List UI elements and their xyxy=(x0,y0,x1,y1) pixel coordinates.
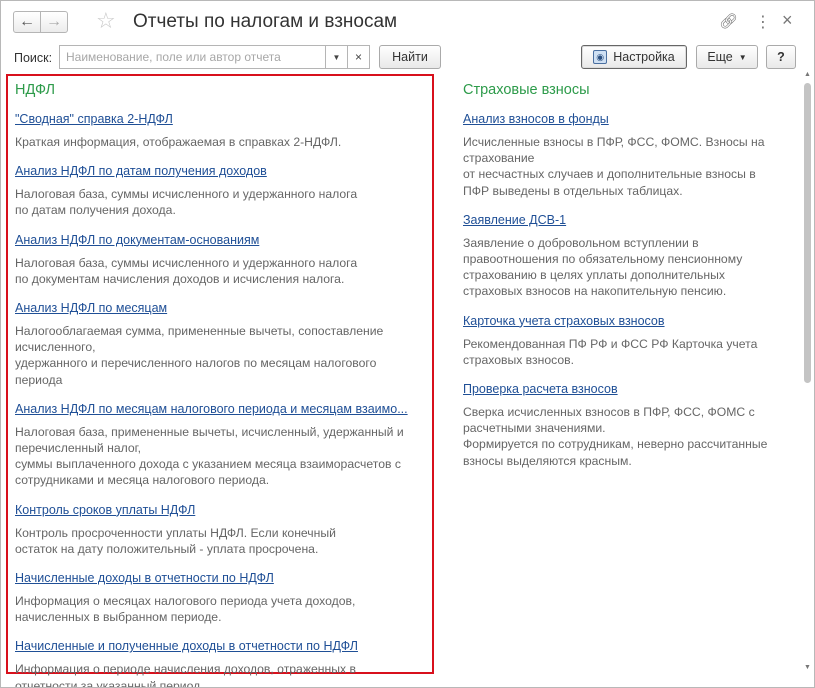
help-button[interactable]: ? xyxy=(766,45,796,69)
report-link[interactable]: Проверка расчета взносов xyxy=(463,381,793,397)
report-item: Начисленные и полученные доходы в отчетн… xyxy=(15,638,433,688)
report-link[interactable]: Анализ взносов в фонды xyxy=(463,111,793,127)
report-link[interactable]: Анализ НДФЛ по документам-основаниям xyxy=(15,232,433,248)
report-description: Информация о месяцах налогового периода … xyxy=(15,594,356,625)
vertical-scrollbar[interactable]: ▲ ▼ xyxy=(801,69,814,675)
section-title-ndfl: НДФЛ xyxy=(15,82,56,98)
report-link[interactable]: "Сводная" справка 2-НДФЛ xyxy=(15,111,433,127)
triangle-down-icon: ▼ xyxy=(332,52,341,62)
forward-button[interactable]: → xyxy=(40,11,68,33)
report-description: Налоговая база, суммы исчисленного и уде… xyxy=(15,187,358,218)
window-title: Отчеты по налогам и взносам xyxy=(133,11,398,32)
report-link[interactable]: Анализ НДФЛ по датам получения доходов xyxy=(15,163,433,179)
arrow-right-icon: → xyxy=(46,13,62,30)
report-description: Налоговая база, суммы исчисленного и уде… xyxy=(15,255,358,286)
report-link[interactable]: Анализ НДФЛ по месяцам налогового период… xyxy=(15,401,433,417)
star-icon[interactable]: ☆ xyxy=(96,8,116,34)
more-button[interactable]: Еще ▼ xyxy=(696,45,758,69)
report-link[interactable]: Заявление ДСВ-1 xyxy=(463,212,793,228)
report-item: Анализ НДФЛ по месяцам налогового период… xyxy=(15,401,433,489)
report-item: Начисленные доходы в отчетности по НДФЛ … xyxy=(15,570,433,625)
report-description: Сверка исчисленных взносов в ПФР, ФСС, Ф… xyxy=(463,405,768,468)
arrow-left-icon: ← xyxy=(19,13,35,30)
toolbar: Поиск: ▼ × Найти ◉ Настройка Еще ▼ ? xyxy=(1,43,814,73)
report-description: Налогооблагаемая сумма, примененные выче… xyxy=(15,324,384,387)
report-item: Карточка учета страховых взносов Рекомен… xyxy=(463,313,793,368)
report-item: Анализ взносов в фонды Исчисленные взнос… xyxy=(463,111,793,199)
report-link[interactable]: Карточка учета страховых взносов xyxy=(463,313,793,329)
triangle-down-icon: ▼ xyxy=(738,52,747,62)
report-item: Проверка расчета взносов Сверка исчислен… xyxy=(463,381,793,469)
report-link[interactable]: Контроль сроков уплаты НДФЛ xyxy=(15,502,433,518)
settings-button[interactable]: ◉ Настройка xyxy=(581,45,687,69)
report-description: Краткая информация, отображаемая в справ… xyxy=(15,135,342,149)
report-link[interactable]: Начисленные доходы в отчетности по НДФЛ xyxy=(15,570,433,586)
settings-label: Настройка xyxy=(613,50,675,64)
search-label: Поиск: xyxy=(14,51,53,65)
search-clear-button[interactable]: × xyxy=(348,45,370,69)
report-item: Анализ НДФЛ по месяцам Налогооблагаемая … xyxy=(15,300,433,388)
report-description: Информация о периоде начисления доходов,… xyxy=(15,662,356,688)
scroll-down-icon[interactable]: ▼ xyxy=(801,662,814,674)
find-button[interactable]: Найти xyxy=(379,45,441,69)
back-button[interactable]: ← xyxy=(13,11,41,33)
report-item: Анализ НДФЛ по датам получения доходов Н… xyxy=(15,163,433,218)
report-description: Контроль просроченности уплаты НДФЛ. Есл… xyxy=(15,525,336,556)
title-bar: ← → ☆ Отчеты по налогам и взносам 🔗︎ ⋮ × xyxy=(1,1,814,41)
report-description: Заявление о добровольном вступлении в пр… xyxy=(463,235,743,299)
report-item: "Сводная" справка 2-НДФЛ Краткая информа… xyxy=(15,111,433,150)
scroll-up-icon[interactable]: ▲ xyxy=(801,69,814,81)
insurance-section: Страховые взносы Анализ взносов в фонды … xyxy=(463,82,793,469)
report-description: Исчисленные взносы в ПФР, ФСС, ФОМС. Взн… xyxy=(463,135,765,198)
close-icon: × xyxy=(354,50,362,64)
report-description: Рекомендованная ПФ РФ и ФСС РФ Карточка … xyxy=(463,336,758,367)
section-title-insurance: Страховые взносы xyxy=(463,82,590,98)
report-link[interactable]: Начисленные и полученные доходы в отчетн… xyxy=(15,638,433,654)
vertical-dots-icon[interactable]: ⋮ xyxy=(755,12,771,32)
report-window: ← → ☆ Отчеты по налогам и взносам 🔗︎ ⋮ ×… xyxy=(0,0,815,688)
ndfl-section: НДФЛ "Сводная" справка 2-НДФЛ Краткая ин… xyxy=(15,82,433,688)
more-label: Еще xyxy=(707,50,733,64)
report-link[interactable]: Анализ НДФЛ по месяцам xyxy=(15,300,433,316)
settings-icon: ◉ xyxy=(593,50,608,64)
search-input[interactable] xyxy=(59,45,326,69)
report-item: Анализ НДФЛ по документам-основаниям Нал… xyxy=(15,232,433,287)
link-icon[interactable]: 🔗︎ xyxy=(719,12,738,30)
report-item: Заявление ДСВ-1 Заявление о добровольном… xyxy=(463,212,793,300)
reports-panel: НДФЛ "Сводная" справка 2-НДФЛ Краткая ин… xyxy=(1,73,801,688)
report-description: Налоговая база, примененные вычеты, исчи… xyxy=(15,424,404,488)
scroll-thumb[interactable] xyxy=(804,83,811,383)
report-item: Контроль сроков уплаты НДФЛ Контроль про… xyxy=(15,502,433,557)
close-icon[interactable]: × xyxy=(782,10,793,31)
search-dropdown-button[interactable]: ▼ xyxy=(326,45,348,69)
